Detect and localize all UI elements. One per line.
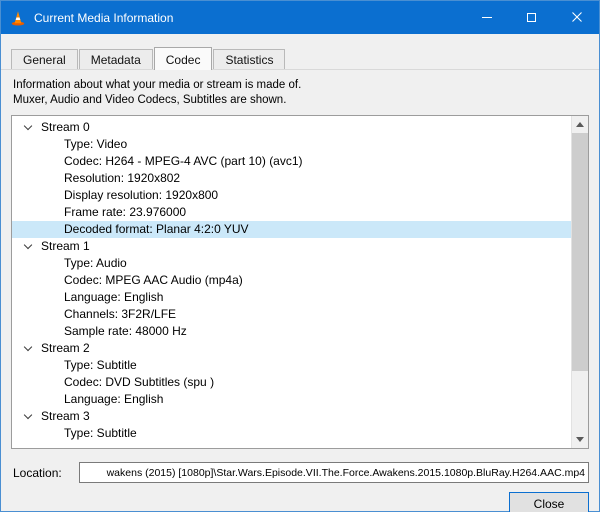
tree-stream-2[interactable]: Stream 2: [12, 340, 571, 357]
tree-stream-0[interactable]: Stream 0: [12, 119, 571, 136]
location-label: Location:: [13, 465, 62, 480]
minimize-button[interactable]: [464, 1, 509, 34]
window-title: Current Media Information: [34, 10, 174, 25]
location-value: wakens (2015) [1080p]\Star.Wars.Episode.…: [106, 466, 585, 479]
tree-item[interactable]: Type: Subtitle: [12, 425, 571, 442]
location-row: Location: wakens (2015) [1080p]\Star.War…: [13, 462, 589, 483]
stream-label: Stream 2: [41, 341, 90, 355]
tree-item[interactable]: Codec: MPEG AAC Audio (mp4a): [12, 272, 571, 289]
tree-item-label: Decoded format: Planar 4:2:0 YUV: [64, 222, 249, 236]
tree-item[interactable]: Frame rate: 23.976000: [12, 204, 571, 221]
tree-item[interactable]: Type: Subtitle: [12, 357, 571, 374]
tree-item-label: Type: Subtitle: [64, 426, 137, 440]
tree-item-label: Codec: DVD Subtitles (spu ): [64, 375, 215, 389]
tree-item[interactable]: Display resolution: 1920x800: [12, 187, 571, 204]
scroll-up-button[interactable]: [572, 116, 588, 133]
tree-item-label: Resolution: 1920x802: [64, 171, 181, 185]
tree-item-label: Codec: H264 - MPEG-4 AVC (part 10) (avc1…: [64, 154, 303, 168]
tree-item[interactable]: Resolution: 1920x802: [12, 170, 571, 187]
tree-item[interactable]: Sample rate: 48000 Hz: [12, 323, 571, 340]
tree-item[interactable]: Language: English: [12, 289, 571, 306]
codec-tree: Stream 0 Type: Video Codec: H264 - MPEG-4 …: [12, 116, 571, 448]
tree-item-label: Display resolution: 1920x800: [64, 188, 219, 202]
tab-statistics[interactable]: Statistics: [213, 49, 286, 69]
tree-item[interactable]: Type: Audio: [12, 255, 571, 272]
codec-tree-frame: Stream 0 Type: Video Codec: H264 - MPEG-4 …: [11, 115, 589, 449]
tree-item[interactable]: Channels: 3F2R/LFE: [12, 306, 571, 323]
button-row: Close: [1, 492, 589, 512]
stream-label: Stream 0: [41, 120, 90, 134]
tree-item-label: Language: English: [64, 392, 164, 406]
scrollbar-track[interactable]: [572, 133, 588, 431]
scrollbar-thumb[interactable]: [572, 133, 588, 371]
tree-item[interactable]: Language: English: [12, 391, 571, 408]
tree-item-label: Channels: 3F2R/LFE: [64, 307, 177, 321]
tree-stream-3[interactable]: Stream 3: [12, 408, 571, 425]
tree-scrollbar[interactable]: [571, 116, 588, 448]
expand-chevron-icon[interactable]: [21, 340, 41, 357]
minimize-icon: [481, 17, 492, 18]
tree-item[interactable]: Codec: DVD Subtitles (spu ): [12, 374, 571, 391]
media-info-dialog: Current Media Information General Metada…: [0, 0, 600, 512]
stream-label: Stream 1: [41, 239, 90, 253]
expand-chevron-icon[interactable]: [21, 119, 41, 136]
expand-chevron-icon[interactable]: [21, 238, 41, 255]
arrow-down-icon: [576, 437, 584, 442]
description-line-1: Information about what your media or str…: [13, 79, 302, 91]
expand-chevron-icon[interactable]: [21, 408, 41, 425]
scroll-down-button[interactable]: [572, 431, 588, 448]
tree-item-label: Type: Audio: [64, 256, 127, 270]
close-button[interactable]: Close: [509, 492, 589, 512]
tab-metadata[interactable]: Metadata: [78, 49, 153, 69]
maximize-icon: [527, 13, 536, 22]
tree-item-label: Codec: MPEG AAC Audio (mp4a): [64, 273, 243, 287]
tree-item-label: Type: Subtitle: [64, 358, 137, 372]
tree-item[interactable]: Codec: H264 - MPEG-4 AVC (part 10) (avc1…: [12, 153, 571, 170]
tree-item-label: Language: English: [64, 290, 164, 304]
close-window-button[interactable]: [554, 1, 599, 34]
tree-item-label: Frame rate: 23.976000: [64, 205, 187, 219]
arrow-up-icon: [576, 122, 584, 127]
description-line-2: Muxer, Audio and Video Codecs, Subtitles…: [13, 94, 287, 106]
titlebar[interactable]: Current Media Information: [1, 1, 599, 34]
tab-general[interactable]: General: [11, 49, 78, 69]
tree-stream-1[interactable]: Stream 1: [12, 238, 571, 255]
tab-description: Information about what your media or str…: [13, 78, 587, 108]
tree-item[interactable]: Decoded format: Planar 4:2:0 YUV: [12, 221, 571, 238]
tab-codec[interactable]: Codec: [153, 47, 213, 70]
stream-label: Stream 3: [41, 409, 90, 423]
tab-bar: General Metadata Codec Statistics: [1, 47, 599, 70]
close-icon: [571, 11, 582, 25]
tree-item[interactable]: Type: Video: [12, 136, 571, 153]
maximize-button[interactable]: [509, 1, 554, 34]
window-controls: [464, 1, 599, 34]
vlc-cone-icon: [10, 10, 26, 26]
tree-item-label: Type: Video: [64, 137, 128, 151]
tree-item-label: Sample rate: 48000 Hz: [64, 324, 187, 338]
location-field[interactable]: wakens (2015) [1080p]\Star.Wars.Episode.…: [79, 462, 589, 483]
